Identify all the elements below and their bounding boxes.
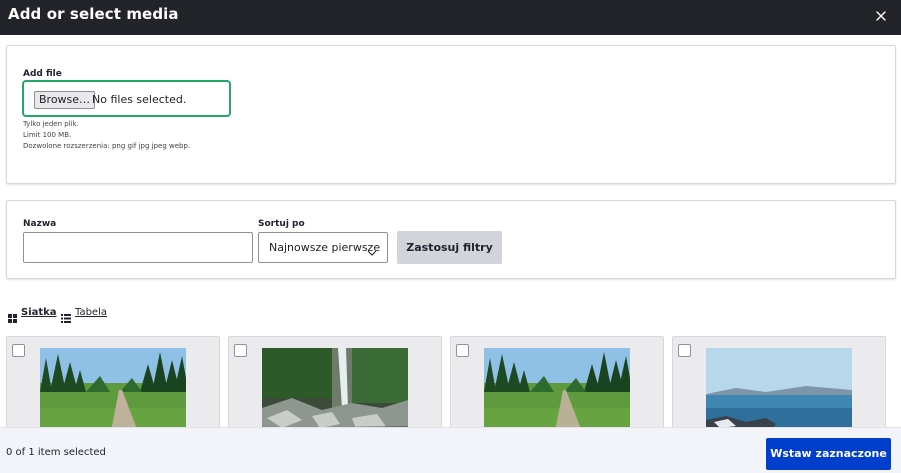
apply-filters-button[interactable]: Zastosuj filtry (397, 231, 502, 264)
upload-hint-extensions: Dozwolone rozszerzenia: png gif jpg jpeg… (23, 142, 191, 150)
media-item-checkbox[interactable] (234, 344, 247, 357)
view-grid-label: Siatka (21, 307, 57, 318)
close-icon[interactable] (871, 6, 891, 26)
add-file-label: Add file (23, 69, 62, 79)
media-thumbnail-path-trees (484, 348, 630, 437)
upload-panel: Add file Browse… No files selected. Tylk… (6, 45, 896, 184)
sort-label: Sortuj po (258, 219, 305, 229)
name-filter-label: Nazwa (23, 219, 57, 229)
upload-hint-limit: Limit 100 MB. (23, 131, 72, 139)
media-thumbnail-sea-coast (706, 348, 852, 437)
sort-select-value: Najnowsze pierwsze (269, 241, 381, 254)
list-icon (61, 308, 71, 327)
media-item[interactable] (672, 336, 886, 437)
media-item-checkbox[interactable] (456, 344, 469, 357)
insert-selected-button[interactable]: Wstaw zaznaczone (766, 438, 891, 470)
filters-panel: Nazwa Sortuj po Najnowsze pierwsze Zasto… (6, 200, 896, 279)
sort-select[interactable]: Najnowsze pierwsze (258, 232, 388, 263)
dialog-footer: 0 of 1 item selected Wstaw zaznaczone (0, 427, 901, 473)
view-table-label: Tabela (75, 307, 107, 318)
selection-count: 0 of 1 item selected (6, 447, 106, 458)
media-item[interactable] (450, 336, 664, 437)
upload-hint-single: Tylko jeden plik. (23, 120, 79, 128)
browse-button[interactable]: Browse… (34, 91, 96, 109)
media-item[interactable] (6, 336, 220, 437)
media-thumbnail-path-trees (40, 348, 186, 437)
dialog-titlebar: Add or select media (0, 0, 901, 35)
media-item[interactable] (228, 336, 442, 437)
view-table-link[interactable]: Tabela (61, 307, 111, 323)
view-grid-link[interactable]: Siatka (8, 307, 57, 323)
media-thumbnail-waterfall (262, 348, 408, 437)
name-filter-input[interactable] (23, 232, 253, 263)
file-input[interactable]: Browse… No files selected. (22, 80, 231, 117)
grid-icon (8, 308, 17, 327)
media-item-checkbox[interactable] (12, 344, 25, 357)
chevron-down-icon (367, 243, 377, 262)
dialog-title: Add or select media (8, 5, 179, 23)
file-status-text: No files selected. (92, 93, 187, 106)
media-item-checkbox[interactable] (678, 344, 691, 357)
